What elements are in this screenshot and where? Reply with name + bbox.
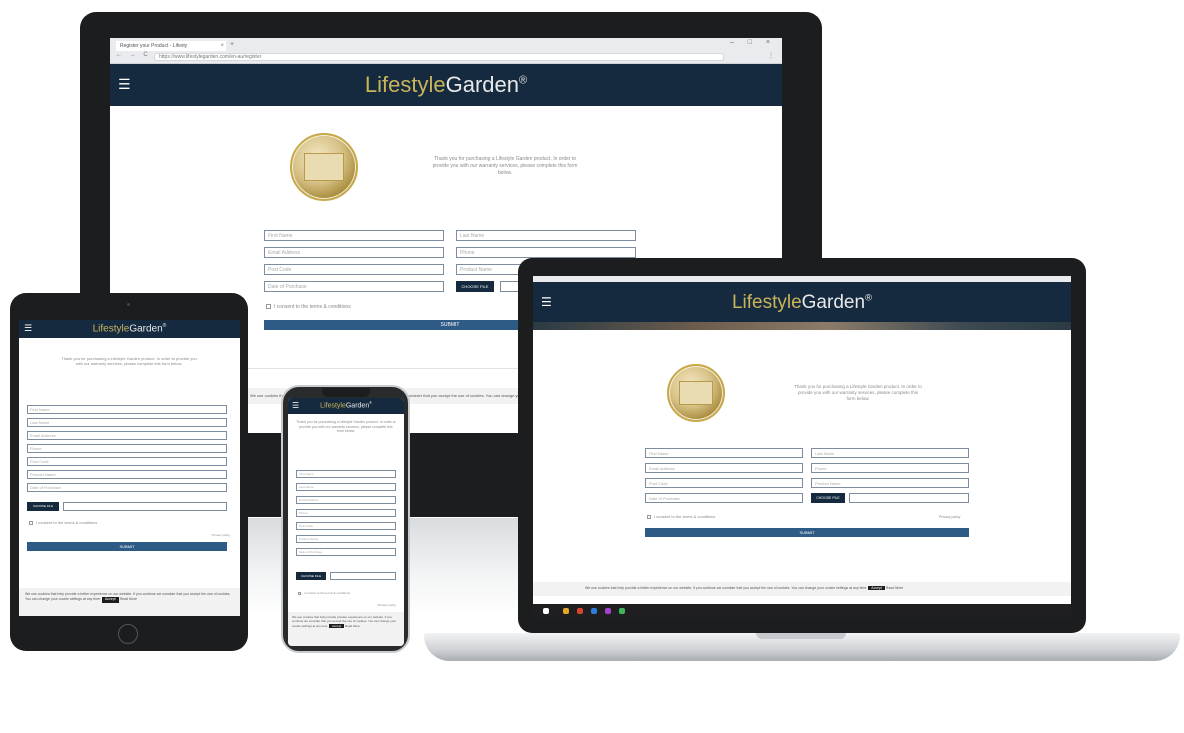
phone-consent[interactable]: I consent to the terms & conditions	[298, 591, 350, 595]
tablet-cookie-accept[interactable]: Accept	[101, 597, 119, 603]
laptop-last-name[interactable]: Last Name	[811, 448, 969, 458]
phone-product[interactable]: Product Name	[296, 535, 396, 543]
laptop-choose-file[interactable]: CHOOSE FILE	[811, 493, 845, 503]
laptop-warranty-badge	[667, 364, 725, 422]
laptop-phone[interactable]: Phone	[811, 463, 969, 473]
laptop-cookie-more[interactable]: Read More	[886, 586, 903, 590]
laptop-menu-icon[interactable]: ☰	[541, 296, 552, 308]
store-icon[interactable]	[619, 608, 625, 614]
phone-email[interactable]: Email Address	[296, 496, 396, 504]
date-field[interactable]: Date of Purchase	[264, 281, 444, 292]
tablet-postcode[interactable]: Post Code	[27, 457, 227, 466]
hamburger-menu-icon[interactable]: ☰	[118, 78, 131, 92]
browser-menu-icon[interactable]: ⋮	[768, 52, 774, 59]
choose-file-button[interactable]: CHOOSE FILE	[456, 281, 494, 292]
browser-tab-title: Register your Product - Lifesty	[120, 43, 188, 49]
laptop-hinge-notch	[756, 633, 846, 639]
tablet-product[interactable]: Product Name	[27, 470, 227, 479]
site-navbar: ☰ LifestyleGarden®	[110, 64, 782, 106]
start-icon[interactable]	[543, 608, 549, 614]
laptop-intro-text: Thank you for purchasing a Lifestyle Gar…	[794, 384, 922, 402]
app-icon[interactable]	[605, 608, 611, 614]
phone-receipt-field[interactable]	[330, 572, 396, 580]
phone-logo[interactable]: LifestyleGarden®	[320, 402, 372, 410]
browser-nav-icons[interactable]: ← → C	[116, 52, 151, 58]
phone-menu-icon[interactable]: ☰	[292, 402, 299, 410]
folder-icon[interactable]	[563, 608, 569, 614]
tablet-privacy-link[interactable]: Privacy policy	[212, 533, 230, 537]
laptop-date[interactable]: Date of Purchase	[645, 493, 803, 503]
laptop-first-name[interactable]: First Name	[645, 448, 803, 458]
tablet-camera	[127, 303, 130, 306]
hero-banner-strip	[533, 322, 1071, 330]
browser-icon[interactable]	[577, 608, 583, 614]
laptop-submit-button[interactable]: SUBMIT	[645, 528, 969, 537]
phone-field[interactable]: Phone	[456, 247, 636, 258]
window-controls[interactable]: – □ ×	[730, 39, 776, 46]
browser-chrome: Register your Product - Lifesty × + – □ …	[110, 38, 782, 64]
tablet-receipt-field[interactable]	[63, 502, 227, 511]
tablet-intro-text: Thank you for purchasing a Lifestyle Gar…	[61, 356, 197, 367]
email-field[interactable]: Email Address	[264, 247, 444, 258]
phone-intro-text: Thank you for purchasing a Lifestyle Gar…	[296, 420, 396, 434]
phone-last-name[interactable]: Last Name	[296, 483, 396, 491]
first-name-field[interactable]: First Name	[264, 230, 444, 241]
phone-notch	[322, 388, 370, 397]
new-tab-icon[interactable]: +	[230, 41, 234, 48]
phone-date[interactable]: Date of Purchase	[296, 548, 396, 556]
postcode-field[interactable]: Post Code	[264, 264, 444, 275]
laptop-postcode[interactable]: Post Code	[645, 478, 803, 488]
phone-cookie-accept[interactable]: Accept	[329, 623, 345, 629]
laptop-cookie-banner: We use cookies that help provide a bette…	[533, 582, 1071, 596]
browser-tab[interactable]: Register your Product - Lifesty ×	[116, 41, 226, 51]
last-name-field[interactable]: Last Name	[456, 230, 636, 241]
tablet-home-button[interactable]	[118, 624, 138, 644]
tablet-first-name[interactable]: First Name	[27, 405, 227, 414]
phone-cookie-more[interactable]: Read More	[345, 624, 360, 628]
laptop-consent[interactable]: I consent to the terms & conditions	[647, 514, 715, 519]
tablet-submit-button[interactable]: SUBMIT	[27, 542, 227, 551]
phone-first-name[interactable]: First Name	[296, 470, 396, 478]
tablet-menu-icon[interactable]: ☰	[24, 324, 32, 334]
intro-text: Thank you for purchasing a Lifestyle Gar…	[432, 156, 578, 176]
os-taskbar	[533, 604, 1071, 618]
laptop-screen: ☰ LifestyleGarden® Thank you for purchas…	[533, 276, 1071, 618]
laptop-navbar: ☰ LifestyleGarden®	[533, 282, 1071, 322]
mail-icon[interactable]	[591, 608, 597, 614]
tab-close-icon[interactable]: ×	[220, 41, 224, 51]
phone-choose-file[interactable]: CHOOSE FILE	[296, 572, 326, 580]
laptop-cookie-accept[interactable]: Accept	[868, 586, 885, 590]
tablet-navbar: ☰ LifestyleGarden®	[19, 320, 240, 338]
tablet-screen: ☰ LifestyleGarden® Thank you for purchas…	[19, 320, 240, 616]
phone-screen: ☰ LifestyleGarden® Thank you for purchas…	[288, 398, 404, 646]
phone-navbar: ☰ LifestyleGarden®	[288, 398, 404, 414]
tablet-logo[interactable]: LifestyleGarden®	[93, 323, 167, 334]
tablet-consent[interactable]: I consent to the terms & conditions	[29, 520, 97, 525]
consent-label: I consent to the terms & conditions	[274, 304, 351, 310]
tablet-last-name[interactable]: Last Name	[27, 418, 227, 427]
tablet-choose-file[interactable]: CHOOSE FILE	[27, 502, 59, 511]
consent-checkbox[interactable]: I consent to the terms & conditions	[266, 304, 351, 310]
laptop-privacy-link[interactable]: Privacy policy	[939, 515, 960, 519]
phone-cookie-banner: We use cookies that help provide a bette…	[288, 612, 404, 646]
tablet-email[interactable]: Email Address	[27, 431, 227, 440]
tablet-cookie-banner: We use cookies that help provide a bette…	[19, 588, 240, 616]
phone-phone[interactable]: Phone	[296, 509, 396, 517]
warranty-badge	[290, 133, 358, 201]
laptop-email[interactable]: Email Address	[645, 463, 803, 473]
site-logo[interactable]: LifestyleGarden®	[365, 74, 527, 96]
phone-postcode[interactable]: Post Code	[296, 522, 396, 530]
laptop-receipt-field[interactable]	[849, 493, 969, 503]
address-bar[interactable]: https://www.lifestylegarden.com/en-au/re…	[154, 53, 724, 61]
laptop-product[interactable]: Product Name	[811, 478, 969, 488]
laptop-logo[interactable]: LifestyleGarden®	[732, 293, 872, 312]
phone-privacy-link[interactable]: Privacy policy	[378, 603, 396, 607]
tablet-cookie-more[interactable]: Read More	[120, 597, 137, 601]
tablet-phone[interactable]: Phone	[27, 444, 227, 453]
tablet-date[interactable]: Date of Purchase	[27, 483, 227, 492]
